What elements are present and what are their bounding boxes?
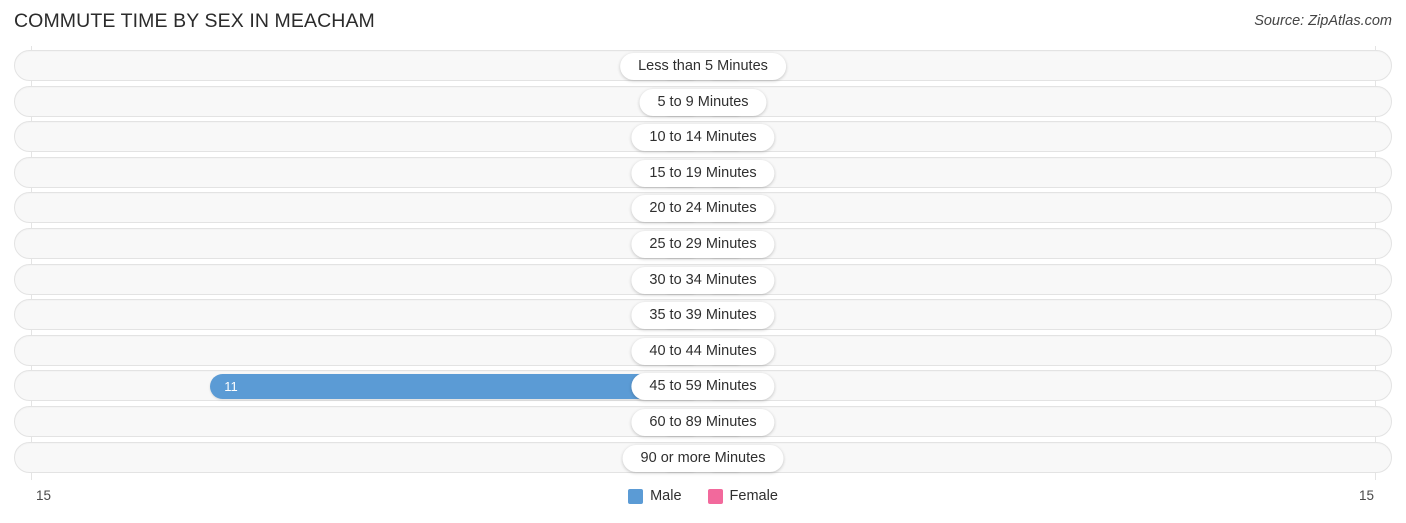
table-row[interactable]: 00Less than 5 Minutes: [14, 50, 1392, 81]
category-label: 35 to 39 Minutes: [631, 302, 775, 330]
table-row[interactable]: 0090 or more Minutes: [14, 441, 1392, 473]
legend-swatch-female-icon: [707, 488, 723, 504]
category-label: 25 to 29 Minutes: [631, 230, 775, 258]
category-label: 30 to 34 Minutes: [631, 266, 775, 294]
table-row[interactable]: 0025 to 29 Minutes: [14, 227, 1392, 259]
category-label: 10 to 14 Minutes: [631, 124, 775, 152]
category-label: 60 to 89 Minutes: [631, 408, 775, 436]
legend-label-female: Female: [729, 488, 778, 504]
table-row[interactable]: 0060 to 89 Minutes: [14, 405, 1392, 437]
category-label: 20 to 24 Minutes: [631, 195, 775, 223]
legend-swatch-male-icon: [628, 488, 644, 504]
legend-label-male: Male: [650, 488, 682, 504]
table-row[interactable]: 0010 to 14 Minutes: [14, 121, 1392, 153]
bar-row-list: 00Less than 5 Minutes 005 to 9 Minutes 001…: [14, 50, 1392, 473]
legend-item-male[interactable]: Male: [628, 488, 682, 504]
category-label: 15 to 19 Minutes: [631, 159, 775, 187]
table-row[interactable]: 005 to 9 Minutes: [14, 85, 1392, 117]
category-label: Less than 5 Minutes: [620, 53, 786, 80]
category-label: 90 or more Minutes: [622, 444, 784, 472]
chart-header: COMMUTE TIME BY SEX IN MEACHAM Source: Z…: [0, 0, 1406, 46]
table-row[interactable]: 11045 to 59 Minutes: [14, 370, 1392, 402]
source-attribution: Source: ZipAtlas.com: [1254, 13, 1392, 29]
chart-legend: Male Female: [0, 488, 1406, 504]
category-label: 40 to 44 Minutes: [631, 337, 775, 365]
chart-footer: 15 15 Male Female: [0, 480, 1406, 523]
table-row[interactable]: 0030 to 34 Minutes: [14, 263, 1392, 295]
category-label: 5 to 9 Minutes: [639, 88, 767, 116]
category-label: 45 to 59 Minutes: [631, 373, 775, 401]
table-row[interactable]: 0015 to 19 Minutes: [14, 156, 1392, 188]
table-row[interactable]: 0040 to 44 Minutes: [14, 334, 1392, 366]
page-title: COMMUTE TIME BY SEX IN MEACHAM: [14, 10, 375, 32]
bar-male[interactable]: 11: [210, 374, 703, 400]
legend-item-female[interactable]: Female: [707, 488, 778, 504]
chart-plot-area: 00Less than 5 Minutes 005 to 9 Minutes 001…: [0, 46, 1406, 480]
bar-male-value-inside: 11: [224, 379, 238, 395]
table-row[interactable]: 0035 to 39 Minutes: [14, 299, 1392, 331]
table-row[interactable]: 0020 to 24 Minutes: [14, 192, 1392, 224]
